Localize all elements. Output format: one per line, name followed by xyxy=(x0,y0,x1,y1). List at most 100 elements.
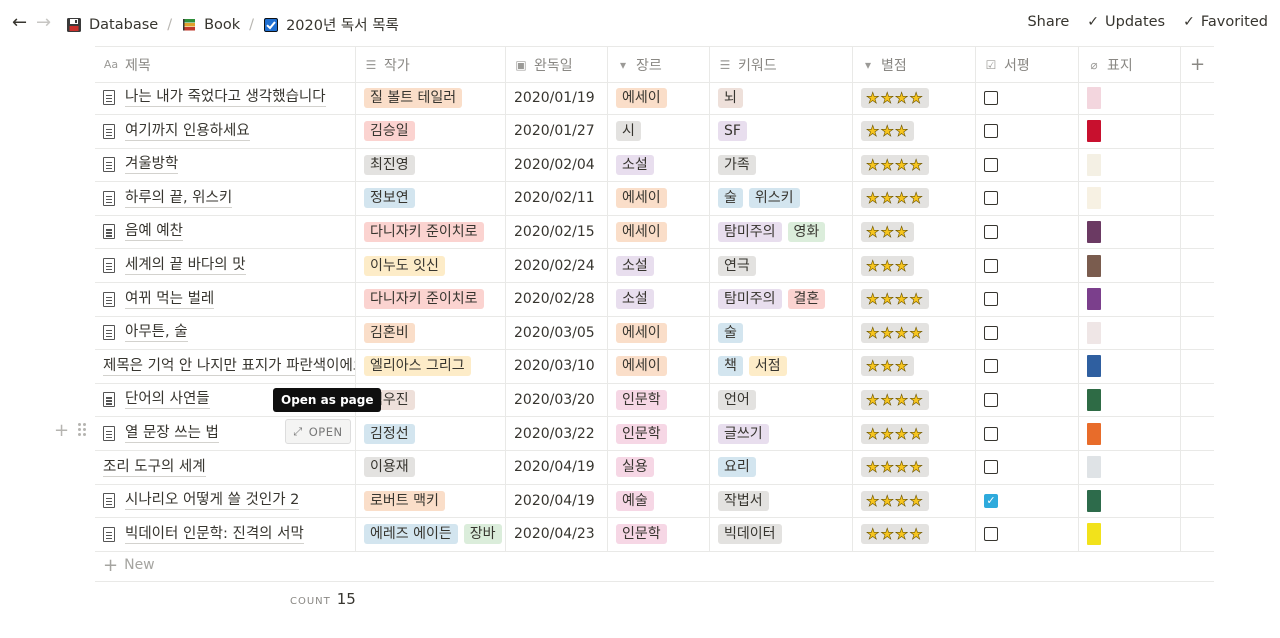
keywords-cell[interactable]: 작법서 xyxy=(710,484,853,518)
cover-cell[interactable] xyxy=(1079,282,1181,316)
date-cell[interactable]: 2020/01/19 xyxy=(506,81,608,114)
rating-cell[interactable]: ★★★★ xyxy=(853,517,976,551)
date-cell[interactable]: 2020/01/27 xyxy=(506,114,608,148)
author-cell[interactable]: 다니자키 준이치로 xyxy=(356,215,506,249)
column-header-3[interactable]: ▣ 완독일 xyxy=(506,47,608,82)
date-cell[interactable]: 2020/03/05 xyxy=(506,316,608,350)
genre-cell[interactable]: 소설 xyxy=(608,282,710,316)
author-cell[interactable]: 김승일 xyxy=(356,114,506,148)
cover-thumbnail[interactable] xyxy=(1087,422,1101,445)
keywords-cell[interactable]: 뇌 xyxy=(710,81,853,114)
cover-thumbnail[interactable] xyxy=(1087,288,1101,311)
column-header-5[interactable]: ☰ 키워드 xyxy=(710,47,853,82)
breadcrumb-database[interactable]: Database xyxy=(66,17,158,33)
title-cell[interactable]: 조리 도구의 세계 xyxy=(95,450,356,484)
title-cell[interactable]: 세계의 끝 바다의 맛 xyxy=(95,249,356,282)
author-cell[interactable]: 김정선 xyxy=(356,417,506,450)
favorited-button[interactable]: ✓ Favorited xyxy=(1183,14,1268,30)
row-title[interactable]: 겨울방학 xyxy=(125,155,179,175)
rating-cell[interactable]: ★★★★ xyxy=(853,450,976,484)
date-cell[interactable]: 2020/02/11 xyxy=(506,181,608,215)
column-header-7[interactable]: ☑ 서평 xyxy=(976,47,1079,82)
add-column-button[interactable]: + xyxy=(1181,47,1214,82)
rating-cell[interactable]: ★★★ xyxy=(853,215,976,249)
row-title[interactable]: 하루의 끝, 위스키 xyxy=(125,189,233,208)
genre-cell[interactable]: 인문학 xyxy=(608,383,710,417)
review-cell[interactable] xyxy=(976,349,1079,383)
review-cell[interactable] xyxy=(976,316,1079,350)
row-title[interactable]: 세계의 끝 바다의 맛 xyxy=(125,256,246,275)
row-title[interactable]: 제목은 기억 안 나지만 표지가 파란색이에요 xyxy=(103,357,355,376)
date-cell[interactable]: 2020/02/24 xyxy=(506,249,608,282)
keywords-cell[interactable]: SF xyxy=(710,114,853,148)
review-checkbox[interactable] xyxy=(984,90,998,105)
cover-cell[interactable] xyxy=(1079,517,1181,551)
cover-cell[interactable] xyxy=(1079,417,1181,450)
cover-cell[interactable] xyxy=(1079,249,1181,282)
genre-cell[interactable]: 예술 xyxy=(608,484,710,518)
genre-cell[interactable]: 인문학 xyxy=(608,517,710,551)
title-cell[interactable]: 여기까지 인용하세요 xyxy=(95,114,356,148)
genre-cell[interactable]: 에세이 xyxy=(608,81,710,114)
cover-thumbnail[interactable] xyxy=(1087,153,1101,176)
cover-cell[interactable] xyxy=(1079,215,1181,249)
cover-thumbnail[interactable] xyxy=(1087,120,1101,143)
rating-cell[interactable]: ★★★★ xyxy=(853,181,976,215)
author-cell[interactable]: 로버트 맥키 xyxy=(356,484,506,518)
author-cell[interactable]: 김혼비 xyxy=(356,316,506,350)
column-header-1[interactable]: Aa 제목 xyxy=(95,47,356,82)
genre-cell[interactable]: 실용 xyxy=(608,450,710,484)
keywords-cell[interactable]: 빅데이터 xyxy=(710,517,853,551)
title-cell[interactable]: 아무튼, 술 xyxy=(95,316,356,350)
date-cell[interactable]: 2020/02/15 xyxy=(506,215,608,249)
review-checkbox[interactable] xyxy=(984,157,998,172)
keywords-cell[interactable]: 글쓰기 xyxy=(710,417,853,450)
author-cell[interactable]: 이누도 잇신 xyxy=(356,249,506,282)
keywords-cell[interactable]: 가족 xyxy=(710,148,853,182)
cover-thumbnail[interactable] xyxy=(1087,254,1101,277)
cover-cell[interactable] xyxy=(1079,81,1181,114)
new-row-button[interactable]: + New xyxy=(95,549,1214,582)
title-cell[interactable]: 제목은 기억 안 나지만 표지가 파란색이에요 xyxy=(95,349,356,383)
breadcrumb-current[interactable]: 2020년 독서 목록 xyxy=(263,14,399,35)
review-cell[interactable] xyxy=(976,181,1079,215)
author-cell[interactable]: 최진영 xyxy=(356,148,506,182)
cover-cell[interactable] xyxy=(1079,148,1181,182)
cover-thumbnail[interactable] xyxy=(1087,388,1101,411)
author-cell[interactable]: 질 볼트 테일러 xyxy=(356,81,506,114)
rating-cell[interactable]: ★★★★ xyxy=(853,484,976,518)
cover-cell[interactable] xyxy=(1079,450,1181,484)
date-cell[interactable]: 2020/03/22 xyxy=(506,417,608,450)
date-cell[interactable]: 2020/02/04 xyxy=(506,148,608,182)
row-title[interactable]: 단어의 사연들 xyxy=(125,390,210,410)
forward-arrow-icon[interactable]: → xyxy=(36,13,51,33)
review-checkbox[interactable] xyxy=(984,392,998,407)
cover-thumbnail[interactable] xyxy=(1087,220,1101,243)
rating-cell[interactable]: ★★★ xyxy=(853,114,976,148)
genre-cell[interactable]: 에세이 xyxy=(608,215,710,249)
genre-cell[interactable]: 시 xyxy=(608,114,710,148)
rating-cell[interactable]: ★★★ xyxy=(853,249,976,282)
updates-button[interactable]: ✓ Updates xyxy=(1087,14,1165,30)
cover-thumbnail[interactable] xyxy=(1087,355,1101,378)
rating-cell[interactable]: ★★★★ xyxy=(853,316,976,350)
review-checkbox[interactable] xyxy=(984,460,998,475)
rating-cell[interactable]: ★★★★ xyxy=(853,282,976,316)
cover-cell[interactable] xyxy=(1079,181,1181,215)
cover-cell[interactable] xyxy=(1079,349,1181,383)
row-title[interactable]: 여기까지 인용하세요 xyxy=(125,122,250,141)
title-cell[interactable]: 음예 예찬 xyxy=(95,215,356,249)
rating-cell[interactable]: ★★★★ xyxy=(853,417,976,450)
title-cell[interactable]: 빅데이터 인문학: 진격의 서막 xyxy=(95,517,356,551)
keywords-cell[interactable]: 탐미주의 결혼 xyxy=(710,282,853,316)
review-checkbox[interactable] xyxy=(984,124,998,139)
keywords-cell[interactable]: 술 xyxy=(710,316,853,350)
title-cell[interactable]: 하루의 끝, 위스키 xyxy=(95,181,356,215)
title-cell[interactable]: 시나리오 어떻게 쓸 것인가 2 xyxy=(95,484,356,518)
genre-cell[interactable]: 에세이 xyxy=(608,181,710,215)
open-page-button[interactable]: ⤢ OPEN xyxy=(285,419,351,444)
row-title[interactable]: 나는 내가 죽었다고 생각했습니다 xyxy=(125,88,326,107)
review-cell[interactable] xyxy=(976,282,1079,316)
rating-cell[interactable]: ★★★★ xyxy=(853,81,976,114)
column-header-2[interactable]: ☰ 작가 xyxy=(356,47,506,82)
